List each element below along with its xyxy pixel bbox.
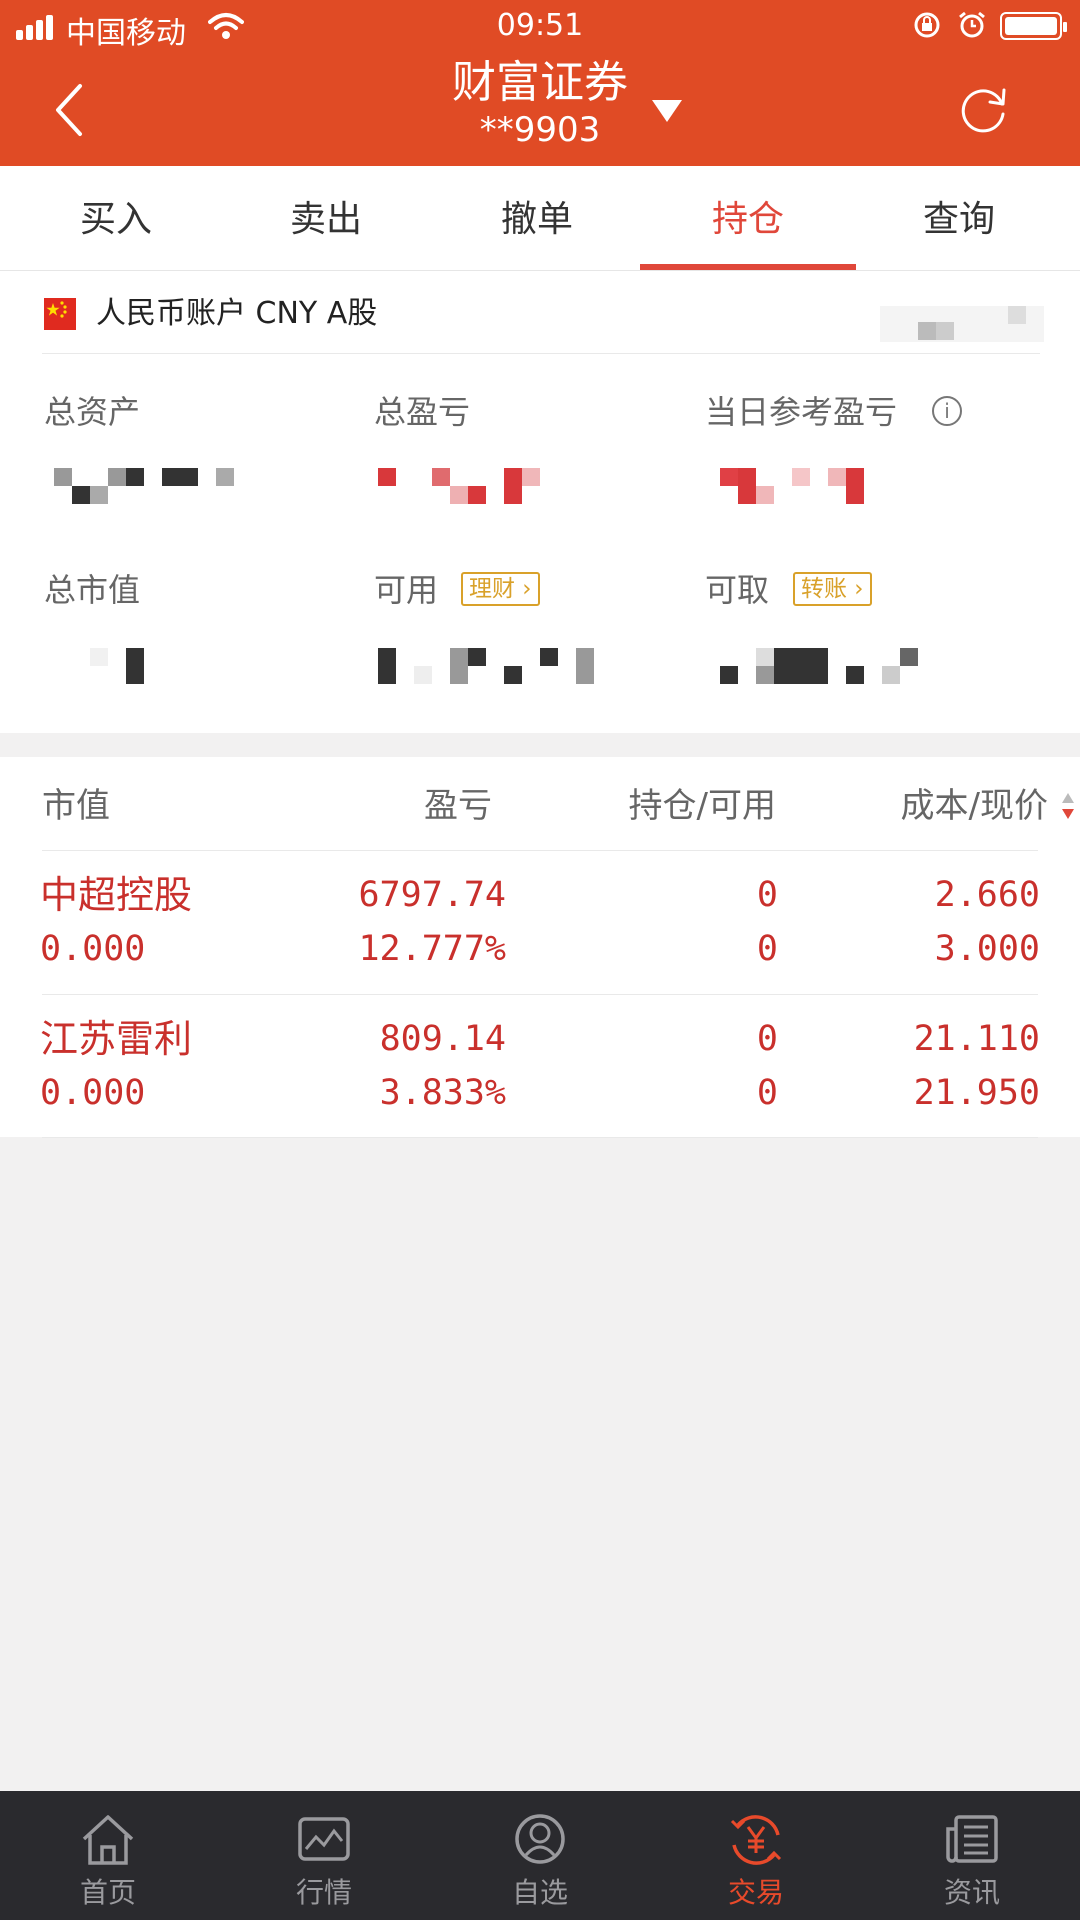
total-pnl-label: 总盈亏 [374,393,471,431]
current-price: 3.000 [934,929,1040,969]
market-chart-icon [298,1817,350,1861]
account-number[interactable]: **9903 [0,110,1080,150]
nav-news[interactable]: 资讯 [864,1791,1080,1920]
current-price: 21.950 [913,1073,1040,1113]
trade-tabs: 买入 卖出 撤单 持仓 查询 [0,166,1080,271]
total-assets-label: 总资产 [44,393,141,431]
pnl-amount: 809.14 [379,1019,506,1059]
available-qty: 0 [756,1073,778,1113]
watchlist-person-icon [515,1814,565,1864]
stock-name: 中超控股 [40,873,193,917]
refresh-button[interactable] [956,82,1012,138]
home-icon [82,1815,134,1865]
account-name[interactable]: 人民币账户 CNY A股 [96,292,377,336]
nav-trade[interactable]: 交易 [648,1791,864,1920]
china-flag-icon [44,298,76,330]
col-header-cost-price[interactable]: 成本/现价 [820,781,1048,831]
pnl-amount: 6797.74 [358,875,506,915]
position-qty: 0 [756,875,778,915]
account-dropdown-icon[interactable] [650,98,684,124]
available-label: 可用 [374,571,439,609]
tab-sell[interactable]: 卖出 [226,166,426,270]
nav-label: 交易 [727,1876,784,1909]
app-header: 中国移动 09:51 财富证券 **9903 [0,0,1080,166]
tab-buy[interactable]: 买入 [16,166,216,270]
col-header-pnl[interactable]: 盈亏 [300,781,492,831]
market-value-label: 总市值 [44,571,141,609]
market-value: 0.000 [40,1073,146,1113]
withdrawable-label: 可取 [705,571,770,609]
alarm-icon [959,11,985,38]
col-header-position[interactable]: 持仓/可用 [560,781,776,831]
news-icon [946,1815,998,1863]
transfer-button-label: 转账 [801,576,847,602]
nav-label: 行情 [295,1876,352,1909]
nav-label: 资讯 [943,1876,1000,1909]
tab-positions[interactable]: 持仓 [648,166,848,270]
nav-home[interactable]: 首页 [0,1791,216,1920]
divider [42,1137,1038,1138]
position-qty: 0 [756,1019,778,1059]
wealth-button-label: 理财 [469,576,515,602]
tab-cancel-order[interactable]: 撤单 [437,166,637,270]
masked-value [918,322,936,340]
col-header-market-value[interactable]: 市值 [42,781,110,831]
nav-watchlist[interactable]: 自选 [432,1791,648,1920]
bottom-nav: 首页 行情 自选 交易 资讯 [0,1791,1080,1920]
market-value: 0.000 [40,929,146,969]
trade-yuan-icon [730,1815,782,1865]
active-tab-indicator [640,264,856,270]
stock-name: 江苏雷利 [40,1017,193,1061]
divider [42,850,1038,851]
info-icon[interactable]: i [932,396,962,426]
pnl-percent: 3.833% [379,1073,506,1113]
pnl-percent: 12.777% [358,929,506,969]
wealth-management-button[interactable]: 理财 › [461,572,540,606]
tab-query[interactable]: 查询 [859,166,1059,270]
battery-icon [1000,12,1067,40]
divider [42,353,1040,354]
section-gap [0,733,1080,757]
broker-title[interactable]: 财富证券 [0,58,1080,108]
nav-label: 首页 [79,1876,136,1909]
status-bar: 中国移动 09:51 [0,0,1080,52]
sort-icon[interactable] [1060,790,1076,822]
cost-price: 21.110 [913,1019,1040,1059]
nav-market[interactable]: 行情 [216,1791,432,1920]
cost-price: 2.660 [934,875,1040,915]
daily-pnl-label: 当日参考盈亏 [705,393,898,431]
available-qty: 0 [756,929,778,969]
transfer-button[interactable]: 转账 › [793,572,872,606]
nav-label: 自选 [511,1876,568,1909]
divider [42,994,1038,995]
rotation-lock-icon [914,12,940,38]
